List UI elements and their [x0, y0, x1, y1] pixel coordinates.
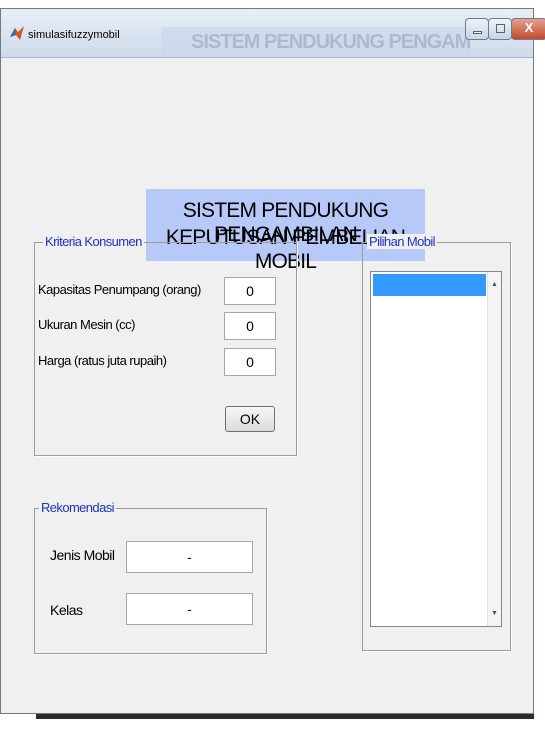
- kelas-output: -: [126, 593, 253, 625]
- rekomendasi-panel: Rekomendasi: [34, 500, 267, 654]
- kelas-label: Kelas: [50, 602, 83, 618]
- window-title: simulasifuzzymobil: [28, 29, 120, 41]
- maximize-button[interactable]: [488, 18, 512, 40]
- jenis-mobil-label: Jenis Mobil: [50, 547, 115, 563]
- kapasitas-input[interactable]: 0: [224, 277, 276, 305]
- jenis-mobil-output: -: [126, 541, 253, 573]
- rekomendasi-title: Rekomendasi: [39, 500, 116, 515]
- list-item-selected[interactable]: [373, 274, 486, 296]
- scroll-down-arrow-icon[interactable]: ▼: [491, 610, 498, 617]
- ukuran-mesin-label: Ukuran Mesin (cc): [38, 317, 135, 332]
- scroll-up-arrow-icon[interactable]: ▲: [491, 281, 498, 288]
- kapasitas-label: Kapasitas Penumpang (orang): [38, 282, 201, 297]
- minimize-button[interactable]: [465, 18, 489, 40]
- matlab-app-icon: [10, 26, 24, 40]
- title-bar: simulasifuzzymobil SISTEM PENDUKUNG PENG…: [1, 9, 545, 58]
- ok-button[interactable]: OK: [225, 406, 275, 432]
- close-button[interactable]: X: [511, 18, 545, 40]
- close-icon: X: [524, 20, 534, 35]
- background-window-title: SISTEM PENDUKUNG PENGAMBILAN: [161, 27, 471, 57]
- window-bottom-shadow: [36, 714, 534, 719]
- list-scrollbar[interactable]: ▲ ▼: [487, 272, 501, 626]
- pilihan-mobil-title: Pilihan Mobil: [367, 234, 437, 249]
- harga-input[interactable]: 0: [224, 348, 276, 376]
- minimize-icon: [473, 31, 482, 34]
- harga-label: Harga (ratus juta rupaih): [38, 353, 167, 368]
- ukuran-mesin-input[interactable]: 0: [224, 312, 276, 340]
- kriteria-konsumen-title: Kriteria Konsumen: [43, 234, 144, 249]
- pilihan-mobil-list[interactable]: ▲ ▼: [370, 271, 502, 627]
- maximize-icon: [496, 24, 505, 33]
